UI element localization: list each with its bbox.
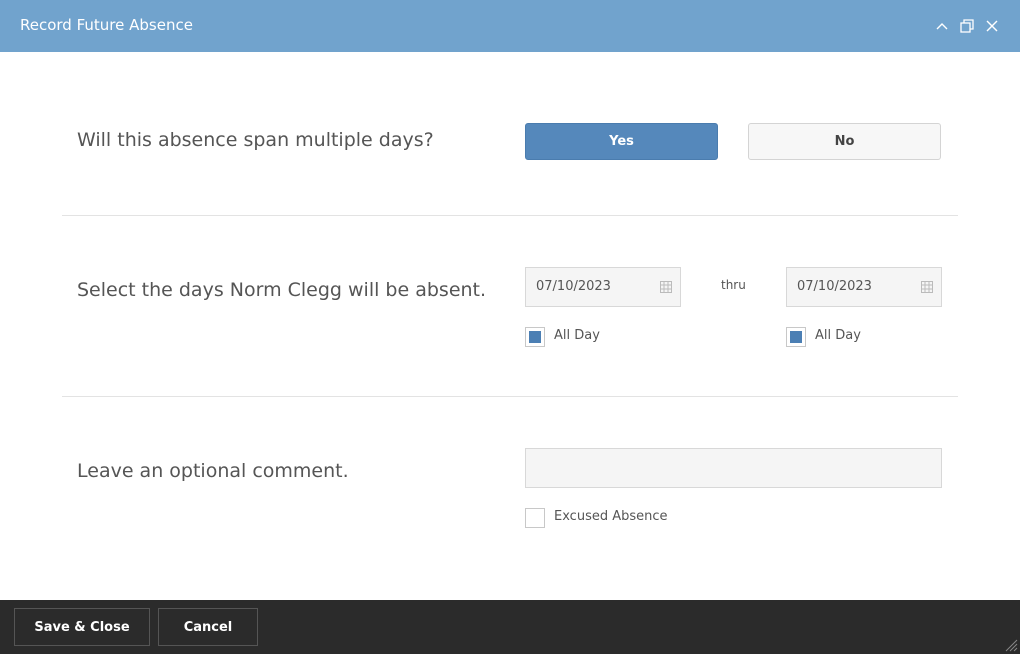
calendar-icon[interactable] <box>921 281 933 293</box>
resize-grip-icon[interactable] <box>1004 638 1018 652</box>
end-date-value: 07/10/2023 <box>797 279 872 294</box>
start-all-day-label: All Day <box>554 328 600 343</box>
restore-icon[interactable] <box>957 16 977 36</box>
calendar-icon[interactable] <box>660 281 672 293</box>
thru-label: thru <box>721 278 746 292</box>
save-close-button[interactable]: Save & Close <box>14 608 150 646</box>
chevron-up-icon[interactable] <box>932 16 952 36</box>
title-bar: Record Future Absence <box>0 0 1020 52</box>
cancel-button[interactable]: Cancel <box>158 608 258 646</box>
end-date-field[interactable]: 07/10/2023 <box>786 267 942 307</box>
comment-question: Leave an optional comment. <box>77 460 349 482</box>
close-icon[interactable] <box>982 16 1002 36</box>
yes-button[interactable]: Yes <box>525 123 718 160</box>
excused-absence-label: Excused Absence <box>554 509 668 524</box>
days-question: Select the days Norm Clegg will be absen… <box>77 279 487 301</box>
comment-input[interactable] <box>525 448 942 488</box>
no-button[interactable]: No <box>748 123 941 160</box>
end-all-day-label: All Day <box>815 328 861 343</box>
dialog-footer: Save & Close Cancel <box>0 600 1020 654</box>
window-title: Record Future Absence <box>20 16 193 34</box>
start-all-day-checkbox[interactable] <box>525 327 545 347</box>
divider <box>62 215 958 216</box>
divider <box>62 396 958 397</box>
span-question: Will this absence span multiple days? <box>77 129 434 151</box>
end-all-day-checkbox[interactable] <box>786 327 806 347</box>
start-date-value: 07/10/2023 <box>536 279 611 294</box>
start-date-field[interactable]: 07/10/2023 <box>525 267 681 307</box>
excused-absence-checkbox[interactable] <box>525 508 545 528</box>
